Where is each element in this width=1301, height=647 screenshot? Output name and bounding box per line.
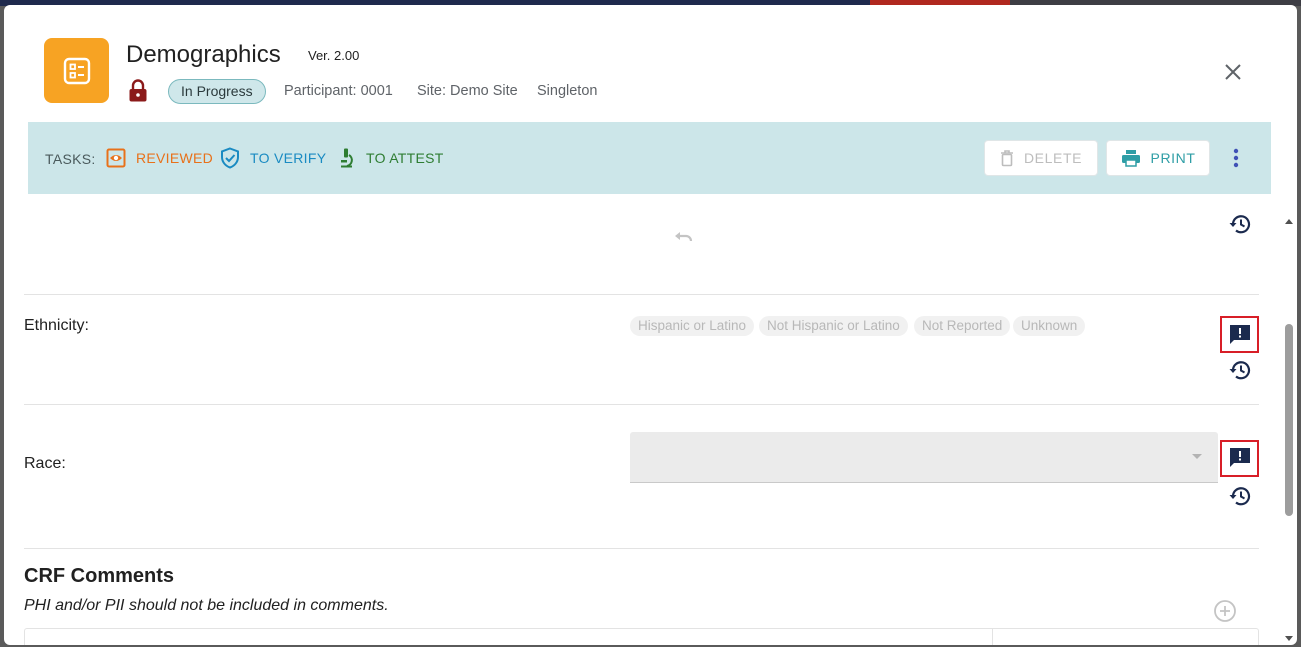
history-button-prev-field[interactable] [1228,212,1252,236]
task-reviewed-label: REVIEWED [136,150,214,166]
close-button[interactable] [1221,60,1245,84]
history-icon [1229,215,1251,234]
page-title: Demographics [126,41,281,68]
print-button[interactable]: PRINT [1106,140,1210,176]
task-to-attest-label: TO ATTEST [366,150,444,166]
add-query-button-race[interactable] [1228,446,1252,470]
scroll-down-arrow-icon[interactable] [1285,636,1293,641]
tasks-toolbar: TASKS: REVIEWED TO VERIFY TO ATTEST DELE… [28,122,1271,194]
scrollbar-thumb[interactable] [1285,324,1293,516]
ethnicity-option-not-hispanic[interactable]: Not Hispanic or Latino [759,316,908,336]
field-divider [24,404,1259,405]
comments-table-column-divider [992,629,993,645]
task-to-attest[interactable]: TO ATTEST [336,145,444,171]
attest-microscope-icon [341,148,353,168]
section-divider [24,548,1259,549]
field-divider [24,294,1259,295]
trash-icon [1000,150,1013,167]
add-comment-button[interactable] [1213,599,1237,623]
history-icon [1229,487,1251,506]
form-version: Ver. 2.00 [308,48,360,63]
task-to-verify[interactable]: TO VERIFY [220,145,326,171]
ethnicity-label: Ethnicity: [24,317,89,334]
history-button-ethnicity[interactable] [1228,358,1252,382]
add-circle-icon [1214,600,1236,622]
close-icon [1225,64,1241,80]
more-vert-icon [1233,148,1239,168]
task-reviewed[interactable]: REVIEWED [106,145,213,171]
printer-icon [1121,150,1140,167]
undo-button[interactable] [672,224,696,248]
dropdown-arrow-icon [1192,454,1202,459]
more-options-button[interactable] [1224,146,1248,170]
comments-table [24,628,1259,645]
review-eye-icon [106,148,126,168]
arm-label: Singleton [537,83,598,99]
ethnicity-option-hispanic[interactable]: Hispanic or Latino [630,316,755,336]
race-select[interactable] [630,432,1218,483]
print-button-label: PRINT [1150,150,1196,166]
task-to-verify-label: TO VERIFY [250,150,327,166]
form-type-icon [44,38,109,103]
form-dialog: Demographics Ver. 2.00 In Progress Parti… [4,5,1297,645]
form-body: Ethnicity: Hispanic or Latino Not Hispan… [4,194,1297,645]
scroll-up-arrow-icon[interactable] [1285,219,1293,224]
ethnicity-option-unknown[interactable]: Unknown [1013,316,1086,336]
add-query-button-ethnicity[interactable] [1228,323,1252,347]
site-label: Site: Demo Site [417,83,518,99]
undo-icon [675,232,693,242]
participant-label: Participant: 0001 [284,83,393,99]
dialog-header: Demographics Ver. 2.00 In Progress Parti… [4,5,1297,121]
ethnicity-option-not-reported[interactable]: Not Reported [914,316,1011,336]
tasks-label: TASKS: [45,151,96,167]
query-comment-icon [1230,325,1250,344]
lock-icon [128,79,148,108]
delete-button[interactable]: DELETE [984,140,1098,176]
crf-comments-title: CRF Comments [24,565,175,587]
status-badge: In Progress [168,79,266,104]
race-label: Race: [24,455,66,472]
query-comment-icon [1230,448,1250,467]
crf-comments-note: PHI and/or PII should not be included in… [24,597,389,614]
history-icon [1229,361,1251,380]
verify-shield-icon [221,147,239,169]
history-button-race[interactable] [1228,484,1252,508]
delete-button-label: DELETE [1023,150,1083,166]
scrollbar[interactable] [1282,194,1297,645]
